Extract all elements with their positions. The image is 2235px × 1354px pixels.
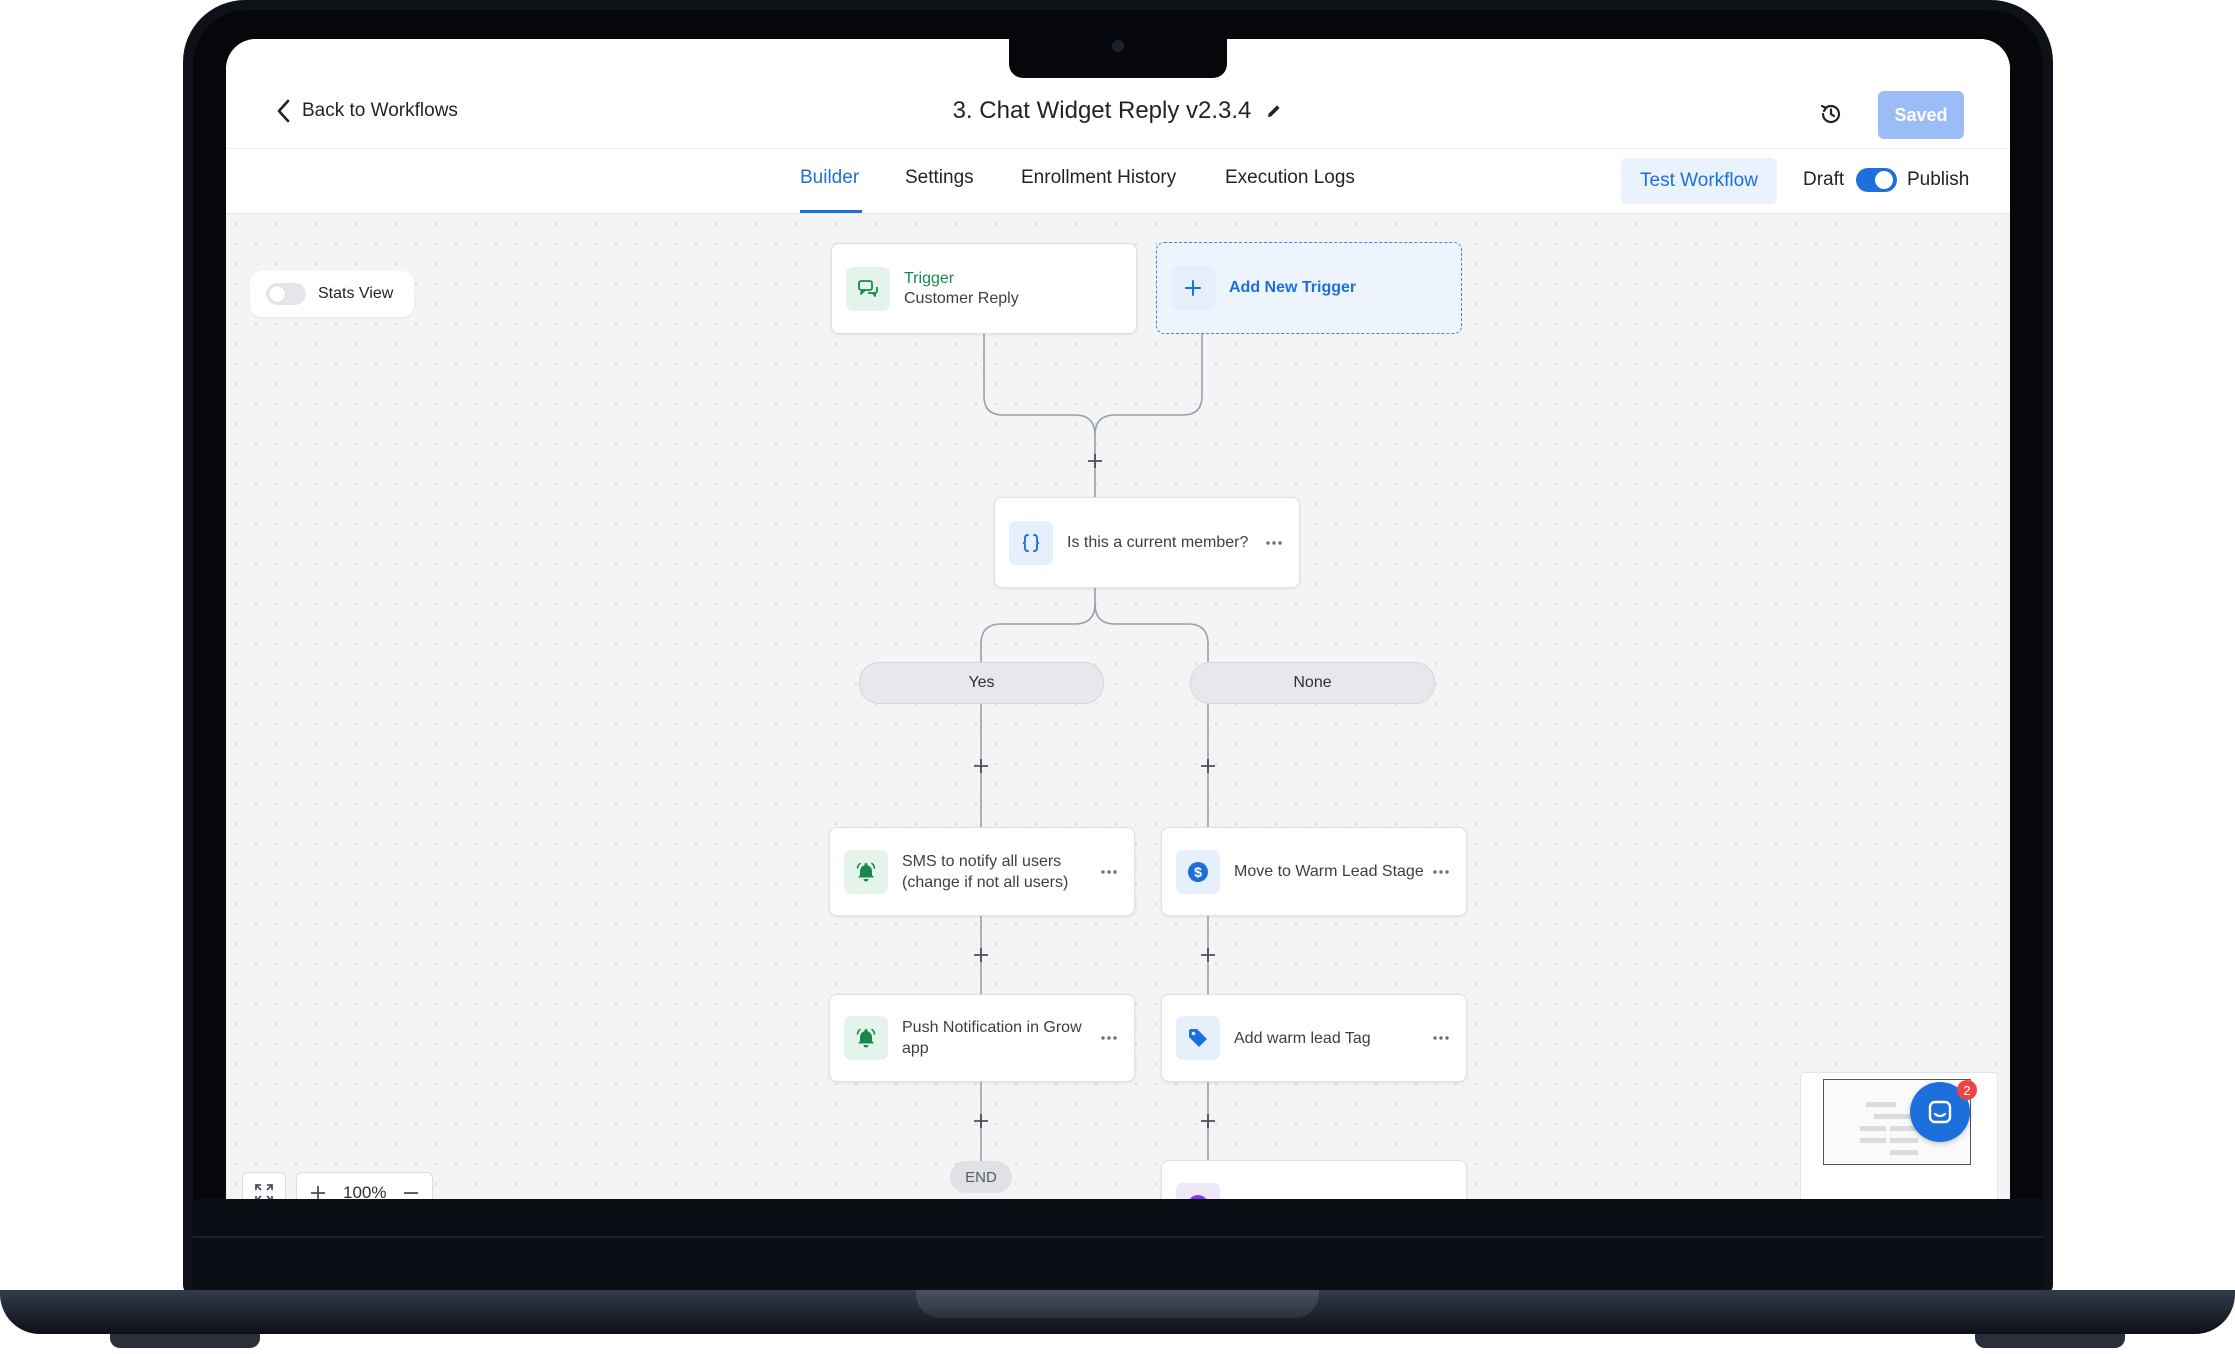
camera-icon: [1112, 40, 1124, 52]
step-icon: [1176, 1183, 1220, 1199]
add-step-button[interactable]: [971, 1111, 991, 1131]
stats-view-label: Stats View: [318, 285, 394, 302]
more-options-icon[interactable]: [1265, 540, 1283, 546]
add-step-button[interactable]: [971, 945, 991, 965]
trigger-node[interactable]: Trigger Customer Reply: [831, 243, 1137, 334]
condition-label: Is this a current member?: [1067, 534, 1249, 551]
add-step-button[interactable]: [1198, 1111, 1218, 1131]
plus-icon: [1200, 947, 1216, 963]
laptop-foot-left: [110, 1334, 260, 1348]
more-options-icon[interactable]: [1432, 869, 1450, 875]
add-step-button[interactable]: [1198, 945, 1218, 965]
zoom-box: 100%: [296, 1172, 434, 1199]
end-marker: END: [950, 1161, 1012, 1193]
step-label: SMS to notify all users (change if not a…: [902, 852, 1069, 891]
chat-icon: [1926, 1098, 1954, 1126]
step-push-notification[interactable]: Push Notification in Grow app: [829, 994, 1135, 1082]
trigger-text: Trigger Customer Reply: [904, 270, 1019, 308]
plus-icon: [1200, 1113, 1216, 1129]
more-options-icon[interactable]: [1432, 1035, 1450, 1041]
add-step-button[interactable]: [971, 756, 991, 776]
zoom-level: 100%: [343, 1183, 387, 1199]
add-step-button[interactable]: [1198, 756, 1218, 776]
zoom-controls: 100%: [242, 1172, 434, 1199]
expand-icon: [243, 1173, 285, 1199]
dollar-icon: $: [1176, 849, 1220, 894]
trigger-name: Customer Reply: [904, 289, 1019, 307]
step-next-partial[interactable]: [1161, 1160, 1467, 1199]
bell-icon: [844, 1016, 888, 1060]
zoom-in-button[interactable]: [297, 1173, 339, 1199]
plus-icon: [1087, 453, 1103, 469]
add-step-button[interactable]: [1085, 451, 1105, 471]
notification-badge: 2: [1957, 1080, 1977, 1100]
step-label: Push Notification in Grow app: [902, 1019, 1082, 1057]
more-options-icon[interactable]: [1100, 1035, 1118, 1041]
add-trigger-label: Add New Trigger: [1229, 279, 1357, 296]
laptop-foot-right: [1975, 1334, 2125, 1348]
plus-icon: [1171, 266, 1215, 310]
trigger-label: Trigger: [904, 269, 955, 287]
laptop-hinge: [193, 1236, 2043, 1238]
braces-icon: [1009, 520, 1053, 565]
plus-icon: [973, 947, 989, 963]
zoom-out-button[interactable]: [390, 1173, 432, 1199]
branch-yes[interactable]: Yes: [859, 662, 1104, 704]
more-options-icon[interactable]: [1100, 869, 1118, 875]
laptop-screen: Back to Workflows 3. Chat Widget Reply v…: [226, 39, 2010, 1199]
fit-view-button[interactable]: [242, 1172, 286, 1199]
step-add-warm-lead-tag[interactable]: Add warm lead Tag: [1161, 994, 1467, 1082]
laptop-opening-notch: [916, 1290, 1319, 1318]
step-move-warm-lead[interactable]: $ Move to Warm Lead Stage: [1161, 827, 1467, 916]
stats-view-control: Stats View: [250, 271, 414, 317]
add-new-trigger-button[interactable]: Add New Trigger: [1156, 242, 1462, 334]
condition-node[interactable]: Is this a current member?: [994, 497, 1300, 588]
plus-icon: [973, 1113, 989, 1129]
step-label: Add warm lead Tag: [1234, 1029, 1371, 1047]
bell-icon: [844, 849, 888, 894]
stats-view-toggle[interactable]: [266, 283, 306, 305]
chat-bubbles-icon: [846, 266, 890, 311]
tag-icon: [1176, 1016, 1220, 1060]
step-label: Move to Warm Lead Stage: [1234, 863, 1424, 880]
svg-text:$: $: [1194, 864, 1202, 880]
branch-none[interactable]: None: [1190, 662, 1435, 704]
step-sms-notify[interactable]: SMS to notify all users (change if not a…: [829, 827, 1135, 916]
plus-icon: [973, 758, 989, 774]
plus-icon: [1200, 758, 1216, 774]
laptop-chin: [193, 1199, 2043, 1291]
